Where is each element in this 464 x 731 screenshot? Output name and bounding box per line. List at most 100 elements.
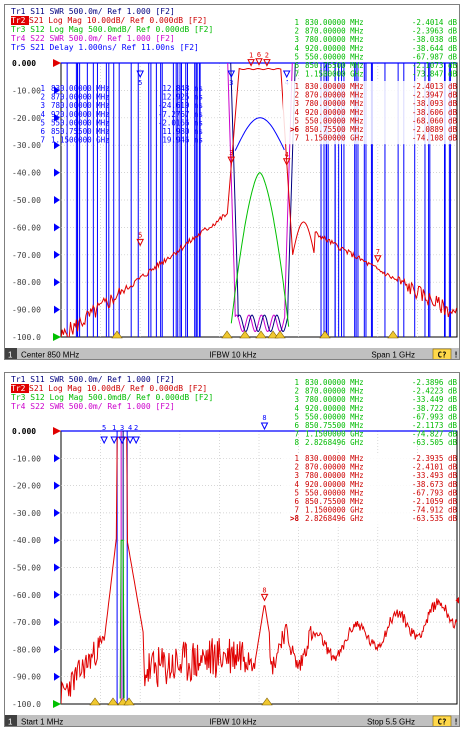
y-tick-label: -30.00 [12, 141, 41, 150]
y-tick-label: -10.00 [12, 86, 41, 95]
marker-row-frequency: 1.1500000 GHz [305, 134, 364, 143]
marker-number: 3 [120, 424, 124, 432]
marker-number: 5 [102, 424, 106, 432]
y-tick-label: -90.00 [12, 306, 41, 315]
trace-header-prefix: Tr2 [11, 16, 26, 25]
reference-arrow-icon [54, 305, 60, 314]
y-tick-label: -30.00 [12, 509, 41, 518]
marker-number: 4 [285, 151, 289, 159]
marker-number: 3 [229, 149, 233, 157]
marker-row-value: 19.946 ns [162, 136, 203, 145]
status-bar: 1 Start 1 MHz IFBW 10 kHz Stop 5.5 GHz C?! [5, 715, 459, 727]
reference-arrow-icon [54, 645, 60, 654]
marker-number: 5 [138, 231, 142, 239]
reference-arrow-icon [54, 196, 60, 204]
start-frequency: Center 850 MHz [21, 351, 79, 360]
marker-number: 3 [229, 79, 233, 87]
start-frequency: Start 1 MHz [21, 718, 63, 727]
channel-number: 1 [8, 718, 13, 727]
trace-header: Tr1 S11 SWR 500.0m/ Ref 1.000 [F2] [11, 375, 175, 384]
marker-row-value: -63.535 dB [412, 514, 458, 523]
y-tick-label: -80.00 [12, 278, 41, 287]
reference-arrow-icon [53, 333, 61, 341]
trace-header: Tr1 S11 SWR 500.0m/ Ref 1.000 [F2] [11, 7, 175, 16]
status-bar: 1 Center 850 MHz IFBW 10 kHz Span 1 GHz C?! [5, 348, 459, 360]
marker-row-frequency: 2.8268496 GHz [305, 438, 364, 447]
calibration-badge-label: C? [437, 718, 446, 727]
reference-arrow-icon [54, 223, 60, 232]
status-end-flag: ! [454, 351, 459, 360]
y-tick-label: -90.00 [12, 673, 41, 682]
marker-row-frequency: 1.1500000 GHz [51, 136, 110, 145]
marker-number: 8 [262, 414, 266, 422]
marker-number: 6 [257, 51, 261, 59]
reference-arrow-icon [54, 590, 60, 599]
y-tick-label: -20.00 [12, 114, 41, 123]
trace-header: Tr3 S12 Log Mag 500.0mdB/ Ref 0.000dB [F… [11, 393, 213, 402]
y-tick-label: -40.00 [12, 536, 41, 545]
marker-number: 7 [376, 248, 380, 256]
marker-row-value: -63.505 dB [412, 438, 458, 447]
y-tick-label: -70.00 [12, 618, 41, 627]
y-tick-label: -40.00 [12, 169, 41, 178]
ref-level-label: 0.000 [12, 59, 36, 68]
y-tick-label: -80.00 [12, 645, 41, 654]
marker-row-index: 7 [294, 70, 299, 79]
trace-display-top[interactable]: Tr1 S11 SWR 500.0m/ Ref 1.000 [F2]Tr2 S2… [5, 5, 460, 360]
marker-number: 2 [265, 52, 269, 60]
reference-arrow-icon [54, 672, 60, 681]
y-tick-label: -10.00 [12, 454, 41, 463]
marker-number: 4 [128, 424, 132, 432]
marker-row-frequency: 2.8268496 GHz [305, 514, 364, 523]
status-end-flag: ! [454, 718, 459, 727]
marker-icon[interactable] [260, 422, 269, 431]
y-tick-label: -50.00 [12, 196, 41, 205]
stop-frequency: Stop 5.5 GHz [367, 718, 415, 727]
marker-row-index: >8 [290, 514, 300, 523]
reference-arrow-icon [53, 59, 61, 67]
trace-header: Tr3 S12 Log Mag 500.0mdB/ Ref 0.000dB [F… [11, 25, 213, 34]
marker-table: 1 830.00000 MHz -2.4013 dB2 870.00000 MHz -2… [283, 81, 458, 145]
y-tick-label: -60.00 [12, 591, 41, 600]
trace-header: Tr5 S21 Delay 1.000ns/ Ref 11.00ns [F2] [11, 43, 199, 52]
trace-header: Tr4 S22 SWR 500.0m/ Ref 1.000 [F2] [11, 402, 175, 411]
trace-display-bottom[interactable]: Tr1 S11 SWR 500.0m/ Ref 1.000 [F2]Tr2 S2… [5, 373, 460, 727]
analyzer-window-bottom[interactable]: Tr1 S11 SWR 500.0m/ Ref 1.000 [F2] Tr2 S2… [4, 372, 460, 727]
y-tick-label: -100.0 [12, 700, 41, 709]
reference-arrow-icon [54, 278, 60, 287]
marker-table: 1 830.00000 MHz -2.3935 dB2 870.00000 MHz -2… [283, 453, 457, 525]
reference-arrow-icon [54, 168, 60, 177]
marker-number: 8 [262, 586, 266, 594]
reference-arrow-icon [54, 481, 60, 490]
channel-number: 1 [8, 351, 13, 360]
marker-number: 1 [249, 52, 253, 60]
marker-row-index: 8 [294, 438, 299, 447]
reference-arrow-icon [53, 700, 61, 708]
y-tick-label: -70.00 [12, 251, 41, 260]
trace-header: S21 Log Mag 10.00dB/ Ref 0.000dB [F2] [29, 384, 207, 393]
calibration-badge-label: C? [437, 351, 446, 360]
ref-level-label: 0.000 [12, 427, 36, 436]
trace-header-prefix: Tr2 [11, 384, 26, 393]
marker-number: 2 [134, 424, 138, 432]
y-tick-label: -100.0 [12, 333, 41, 342]
marker-row-frequency: 1.1500000 GHz [305, 70, 364, 79]
reference-arrow-icon [54, 563, 60, 572]
reference-arrow-icon [53, 427, 61, 435]
ifbw-label: IFBW 10 kHz [209, 351, 256, 360]
analyzer-window-top[interactable]: Tr1 S11 SWR 500.0m/ Ref 1.000 [F2] Tr2 S2… [4, 4, 460, 360]
ifbw-label: IFBW 10 kHz [209, 718, 256, 727]
reference-arrow-icon [54, 250, 60, 259]
marker-row-value: -74.108 dB [412, 134, 458, 143]
trace-header: S21 Log Mag 10.00dB/ Ref 0.000dB [F2] [29, 16, 207, 25]
reference-arrow-icon [54, 508, 60, 517]
y-tick-label: -60.00 [12, 223, 41, 232]
stop-frequency: Span 1 GHz [371, 351, 415, 360]
trace-header: Tr4 S22 SWR 500.0m/ Ref 1.000 [F2] [11, 34, 175, 43]
y-tick-label: -50.00 [12, 564, 41, 573]
reference-arrow-icon [54, 618, 60, 627]
marker-row-value: -73.847 dB [412, 70, 458, 79]
marker-number: 1 [112, 424, 116, 432]
marker-row-index: 7 [40, 136, 45, 145]
reference-arrow-icon [54, 454, 60, 463]
